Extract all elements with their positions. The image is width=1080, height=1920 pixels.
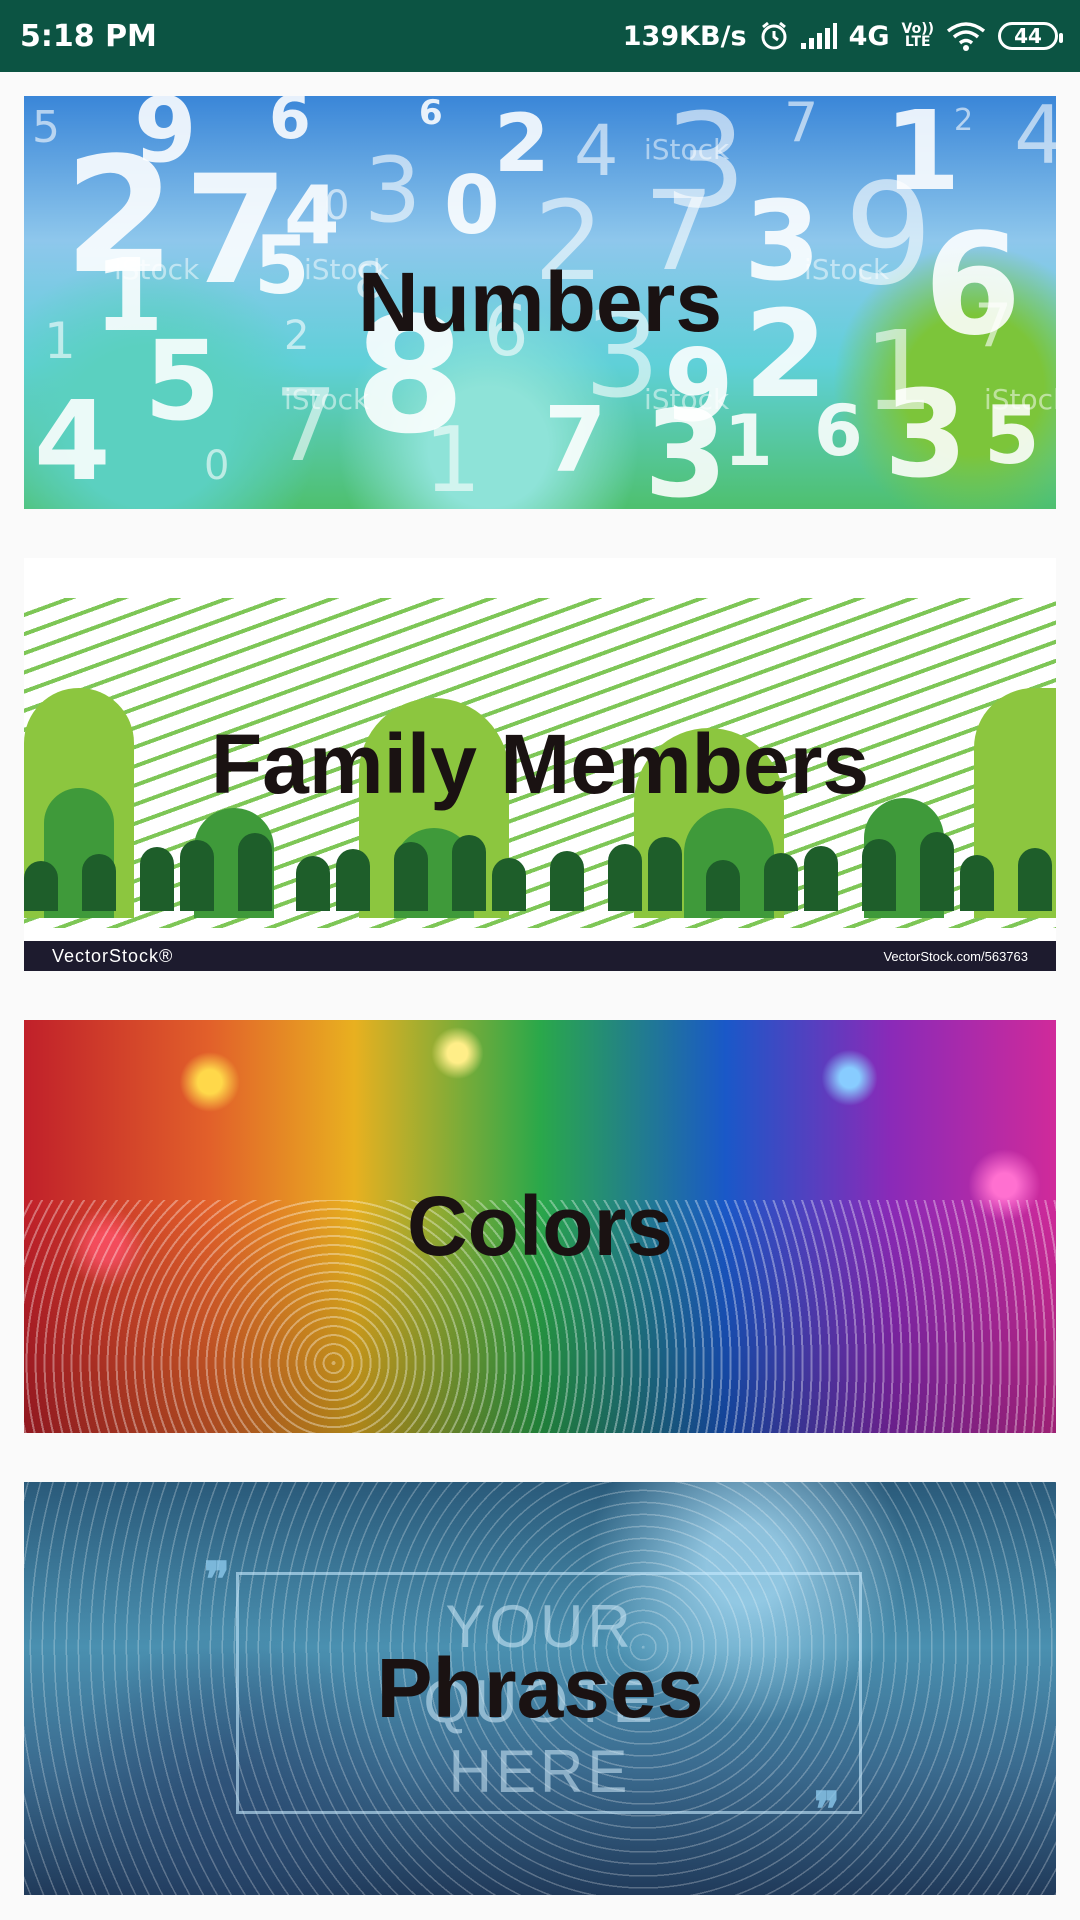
number-glyph: 1 — [724, 400, 773, 482]
family-figure-small — [804, 846, 838, 911]
number-glyph: 7 — [544, 388, 607, 493]
istock-watermark: iStock — [114, 253, 200, 286]
alarm-icon — [759, 21, 789, 51]
family-figure-small — [336, 849, 370, 911]
status-bar: 5:18 PM 139KB/s 4G Vo)) LTE 44 — [0, 0, 1080, 72]
family-figure-small — [648, 837, 682, 911]
card-title-numbers: Numbers — [357, 255, 723, 349]
number-glyph: 4 — [1014, 96, 1056, 182]
number-glyph: 6 — [269, 96, 311, 153]
family-figure-small — [1018, 848, 1052, 911]
volte-icon: Vo)) LTE — [901, 21, 934, 50]
number-glyph: 5 — [254, 219, 310, 312]
family-figure-small — [24, 861, 58, 911]
family-figure-small — [82, 854, 116, 911]
network-speed: 139KB/s — [622, 20, 747, 52]
family-figure-small — [394, 842, 428, 911]
family-figure-small — [492, 858, 526, 911]
status-icons: 139KB/s 4G Vo)) LTE 44 — [622, 20, 1063, 52]
category-card-numbers[interactable]: 5960624371242743027391581258639216740717… — [24, 96, 1056, 509]
family-figure-small — [608, 844, 642, 911]
number-glyph: 4 — [34, 377, 111, 505]
family-figure-small — [706, 860, 740, 911]
number-glyph: 7 — [784, 96, 819, 154]
number-glyph: 3 — [364, 138, 422, 243]
family-figure-small — [452, 835, 486, 911]
category-card-phrases[interactable]: ❞ ❞ YOUR QUOTE HERE Phrases — [24, 1482, 1056, 1895]
istock-watermark: iStock — [804, 253, 890, 286]
number-glyph: 0 — [444, 159, 500, 252]
card-title-colors: Colors — [406, 1179, 674, 1273]
signal-icon — [800, 23, 837, 49]
number-glyph: 3 — [884, 366, 968, 505]
battery-level: 44 — [1014, 24, 1042, 48]
number-glyph: 2 — [494, 97, 550, 190]
family-figure-small — [550, 851, 584, 911]
vectorstock-footer: VectorStock® VectorStock.com/563763 — [24, 941, 1056, 971]
family-figure-small — [296, 856, 330, 911]
istock-watermark: iStock — [644, 383, 730, 416]
network-type: 4G — [848, 20, 890, 52]
category-card-colors[interactable]: Colors — [24, 1020, 1056, 1433]
number-glyph: 2 — [284, 313, 310, 359]
istock-watermark: iStock — [644, 133, 730, 166]
battery-icon: 44 — [998, 22, 1063, 50]
number-glyph: 5 — [144, 317, 221, 445]
family-figure-small — [862, 839, 896, 911]
number-glyph: 6 — [419, 96, 443, 133]
status-time: 5:18 PM — [20, 18, 157, 54]
istock-watermark: iStock — [284, 383, 370, 416]
vectorstock-brand: VectorStock® — [52, 945, 174, 966]
family-figure-small — [180, 840, 214, 911]
istock-watermark: iStock — [984, 383, 1056, 416]
number-glyph: 5 — [32, 102, 60, 153]
family-figure-small — [960, 855, 994, 911]
card-title-phrases: Phrases — [376, 1641, 704, 1735]
number-glyph: 6 — [814, 390, 863, 472]
family-figure-small — [764, 853, 798, 911]
wifi-icon — [946, 21, 986, 51]
category-card-family-members[interactable]: Family Members VectorStock® VectorStock.… — [24, 558, 1056, 971]
number-glyph: 0 — [204, 443, 230, 489]
number-glyph: 7 — [974, 291, 1013, 361]
number-glyph: 2 — [954, 103, 974, 138]
card-title-family-members: Family Members — [210, 717, 870, 811]
vectorstock-url: VectorStock.com/563763 — [883, 948, 1028, 964]
family-figure-small — [238, 833, 272, 911]
number-glyph: 1 — [424, 408, 482, 509]
family-figure-small — [920, 832, 954, 911]
family-figure-small — [140, 847, 174, 911]
number-glyph: 1 — [44, 312, 76, 370]
number-glyph: 4 — [574, 110, 619, 192]
